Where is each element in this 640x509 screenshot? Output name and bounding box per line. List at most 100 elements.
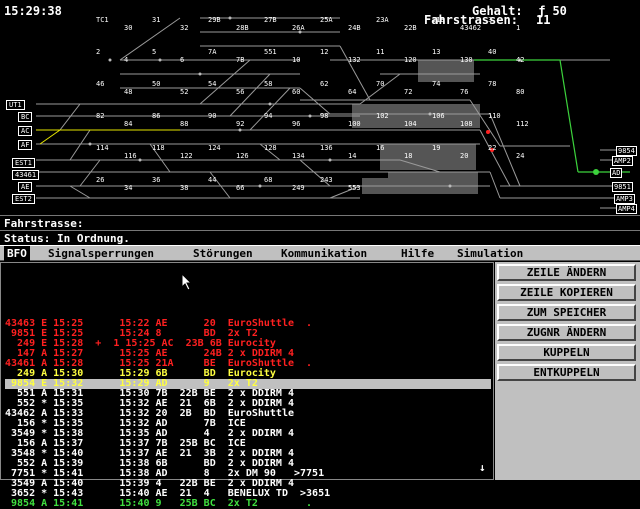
block-label: 46 [96,80,105,88]
block-label: 110 [488,112,501,120]
block-label: 22 [488,144,497,152]
edit-row-button[interactable]: ZEILE ÄNDERN [497,264,636,281]
block-label: 98 [320,112,329,120]
block-label: 132 [348,56,361,64]
track-stub-left[interactable]: BC [18,112,33,122]
track-stub-left[interactable]: AC [18,126,33,136]
block-label: 6 [180,56,185,64]
block-label: 92 [236,120,245,128]
block-label: 102 [376,112,389,120]
track-stub-right[interactable]: 9854 [616,146,637,156]
block-label: 112 [516,120,529,128]
track-stub-right[interactable]: AD [610,168,623,178]
block-label: TC1 [96,16,109,24]
route-label: Fahrstrasse: [4,217,84,230]
route-bar: Fahrstrasse: [0,215,640,230]
track-stub-right[interactable]: AMP2 [612,156,633,166]
tab-bfo[interactable]: BFO [4,246,30,261]
block-label: 7A [208,48,217,56]
block-label: 76 [460,88,469,96]
copy-row-button[interactable]: ZEILE KOPIEREN [497,284,636,301]
status-label: Status: [4,232,51,245]
block-label: 66 [236,184,245,192]
track-stub-left[interactable]: UT1 [6,100,25,110]
clock: 15:29:38 [4,4,62,18]
menu-bar: BFO Signalsperrungen Störungen Kommunika… [0,245,640,261]
block-label: 126 [236,152,249,160]
tab-simulation[interactable]: Simulation [457,246,523,261]
tab-kommunikation[interactable]: Kommunikation [281,246,367,261]
block-label: 80 [516,88,525,96]
block-label: 62 [320,80,329,88]
tab-stoerungen[interactable]: Störungen [193,246,253,261]
block-label: 14 [348,152,357,160]
block-label: 78 [488,80,497,88]
routes-value: 11 [536,13,551,27]
block-label: 28B [236,24,249,32]
block-label: 34 [124,184,133,192]
block-label: 243 [320,176,333,184]
block-label: 82 [96,112,105,120]
block-label: 31 [152,16,161,24]
block-label: 551 [264,48,277,56]
block-label: 553 [348,184,361,192]
block-label: 58 [264,80,273,88]
block-label: 84 [124,120,133,128]
track-stub-left[interactable]: AE [18,182,33,192]
schedule-row[interactable]: 3652 * 15:43 15:40 AE 21 4 BENELUX TD >3… [5,489,491,499]
block-label: 48 [124,88,133,96]
to-memory-button[interactable]: ZUM SPEICHER [497,304,636,321]
block-label: 38 [180,184,189,192]
block-label: 11 [376,48,385,56]
block-label: 104 [404,120,417,128]
schedule-list[interactable]: 43463 E 15:25 15:22 AE 20 EuroShuttle . … [0,262,494,509]
block-label: 136 [320,144,333,152]
block-label: 42 [516,56,525,64]
block-label: 54 [208,80,217,88]
block-label: 70 [376,80,385,88]
change-train-number-button[interactable]: ZUGNR ÄNDERN [497,324,636,341]
block-label: 13 [432,48,441,56]
block-label: 52 [180,88,189,96]
block-label: 5 [152,48,157,56]
block-label: 134 [292,152,305,160]
action-panel: ZEILE ÄNDERN ZEILE KOPIEREN ZUM SPEICHER… [495,262,640,480]
track-stub-left[interactable]: 43461 [12,170,40,180]
block-label: 122 [180,152,193,160]
block-label: 56 [236,88,245,96]
green-signal [593,169,599,175]
block-label: 4 [124,56,129,64]
uncouple-button[interactable]: ENTKUPPELN [497,364,636,381]
route-yellow [36,129,180,145]
block-label: 106 [432,112,445,120]
scroll-down-icon[interactable]: ↓ [479,461,486,474]
block-label: 27B [264,16,277,24]
schedule-row[interactable]: 9854 A 15:41 15:40 9 25B BC 2x T2 . [5,499,491,509]
block-label: 249 [292,184,305,192]
block-label: 60 [292,88,301,96]
track-stub-left[interactable]: EST2 [12,194,35,204]
block-label: 10 [292,56,301,64]
block-label: 88 [180,120,189,128]
track-stub-right[interactable]: AMP3 [614,194,635,204]
tab-signalsperrungen[interactable]: Signalsperrungen [48,246,154,261]
block-label: 68 [264,176,273,184]
track-stub-left[interactable]: AF [18,140,33,150]
track-stub-right[interactable]: 9851 [612,182,633,192]
block-label: 16 [376,144,385,152]
block-label: 18 [404,152,413,160]
block-label: 118 [152,144,165,152]
schedule-row[interactable]: 3549 A 15:40 15:39 4 22B BE 2 x DDIRM 4 [5,479,491,489]
block-label: 90 [208,112,217,120]
block-label: 94 [264,112,273,120]
track-diagram[interactable]: UT1 BC AC AF EST1 43461 AE EST2 9854 AMP2 AD 9851 AM… [0,0,640,214]
couple-button[interactable]: KUPPELN [497,344,636,361]
block-label: 25A [320,16,333,24]
block-label: 30 [124,24,133,32]
track-stub-left[interactable]: EST1 [12,158,35,168]
block-label: 22B [404,24,417,32]
track-stub-right[interactable]: AMP4 [616,204,637,214]
tab-hilfe[interactable]: Hilfe [401,246,434,261]
status-bar: Status: In Ordnung. [0,230,640,245]
block-label: 24B [348,24,361,32]
